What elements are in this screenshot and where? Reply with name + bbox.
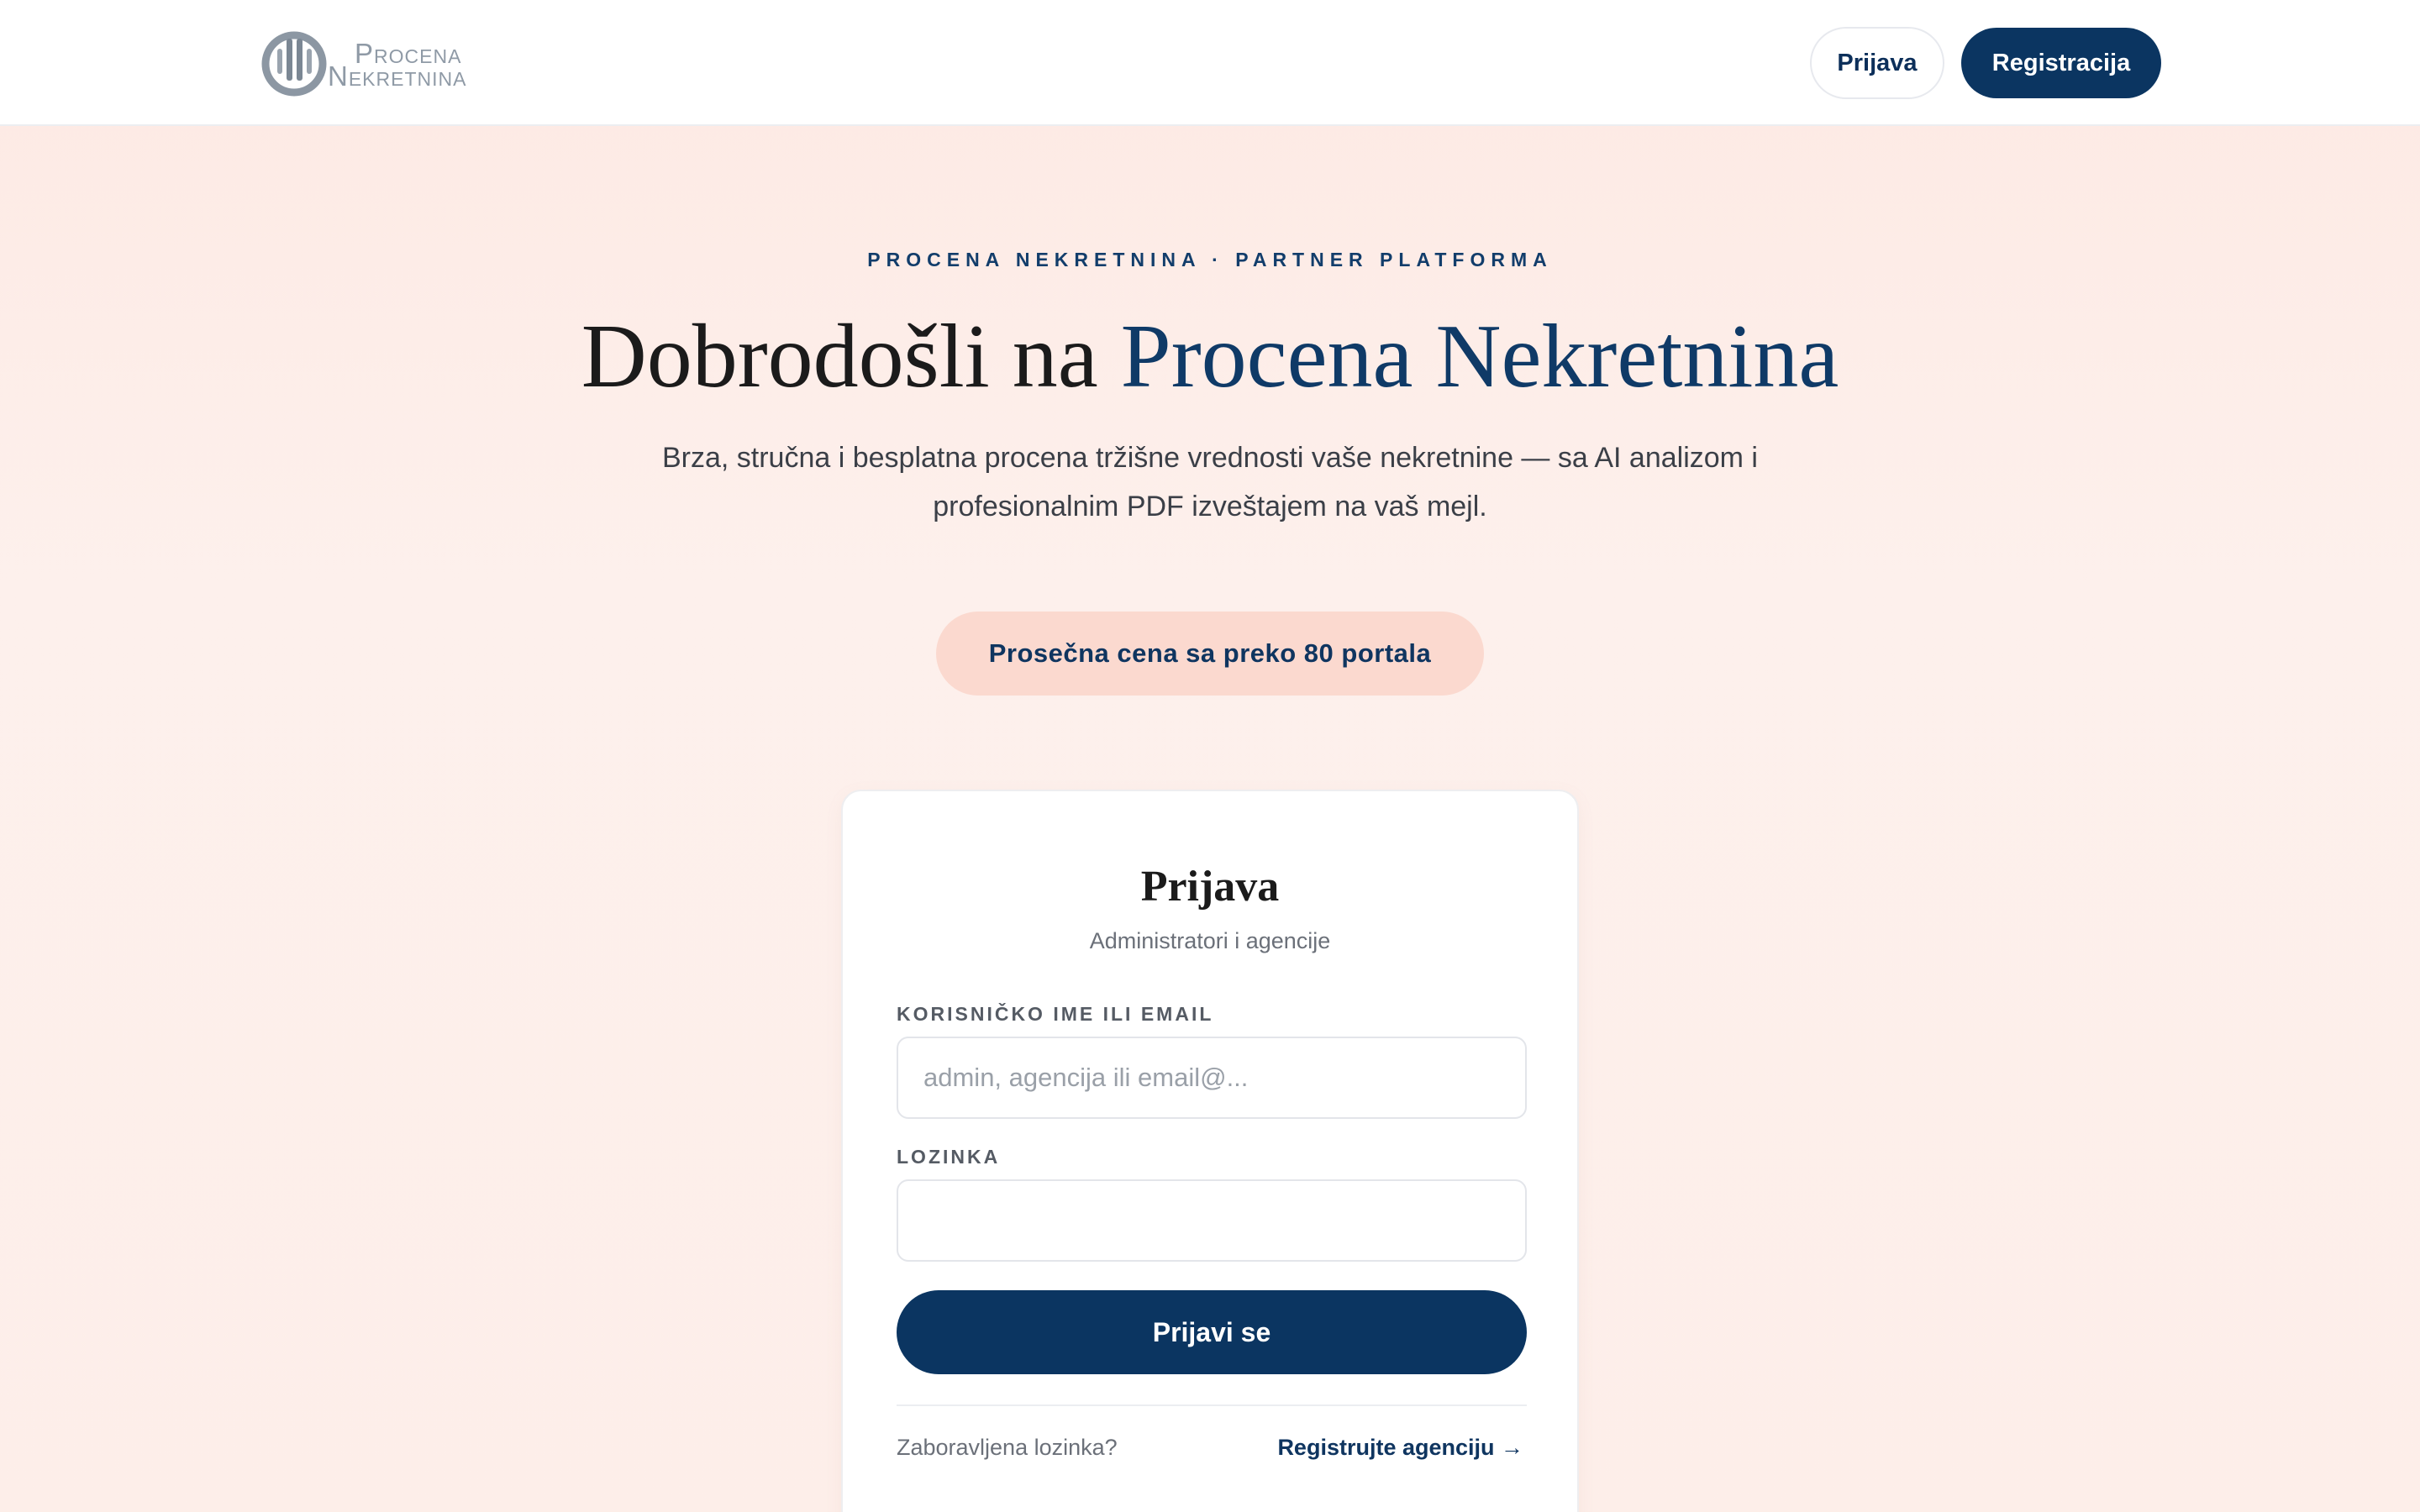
register-agency-link[interactable]: Registrujte agenciju → [1277,1435,1523,1461]
register-button[interactable]: Registracija [1961,28,2161,98]
forgot-password-link[interactable]: Zaboravljena lozinka? [897,1435,1118,1461]
top-navbar: Procena Nekretnina Prijava Registracija [0,0,2420,126]
username-label: KORISNIČKO IME ILI EMAIL [897,1003,1214,1025]
login-card-title: Prijava [1140,863,1280,911]
brand-logo[interactable]: Procena Nekretnina [260,30,513,97]
username-input[interactable] [897,1037,1527,1119]
password-input[interactable] [897,1179,1527,1262]
login-submit-button[interactable]: Prijavi se [897,1290,1527,1374]
hero-title-prefix: Dobrodošli na [581,307,1121,407]
logo-emblem-icon [261,31,327,97]
login-button[interactable]: Prijava [1810,27,1944,99]
login-card-subtitle: Administratori i agencije [1089,928,1331,953]
password-label: LOZINKA [897,1146,1001,1168]
hero-title-accent: Procena Nekretnina [1120,307,1839,407]
login-card: Prijava Administratori i agencije KORISN… [841,790,1579,1512]
hero-subtitle: Brza, stručna i besplatna procena tržišn… [661,442,1758,522]
card-divider [897,1404,1527,1406]
hero-eyebrow: PROCENA NEKRETNINA · PARTNER PLATFORMA [867,249,1553,270]
portals-badge: Prosečna cena sa preko 80 portala [936,612,1484,696]
logo-line-2: Nekretnina [328,60,467,92]
hero-title: Dobrodošli na Procena Nekretnina [0,302,2420,412]
logo-wordmark: Procena Nekretnina [328,39,467,92]
